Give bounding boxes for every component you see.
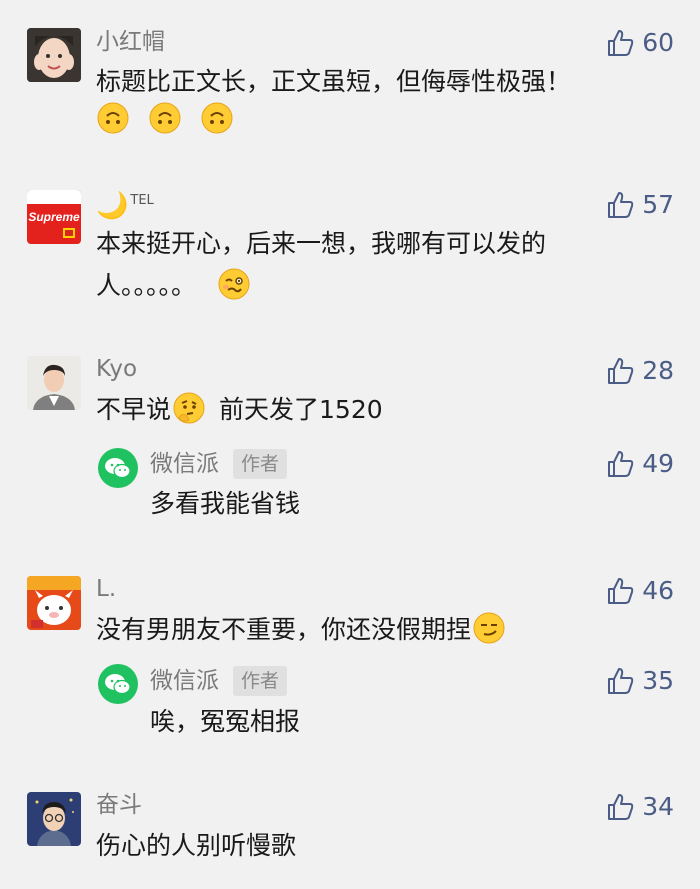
comment-author-name[interactable]: Kyo [96,354,137,384]
like-button[interactable]: 28 [606,356,674,386]
supreme-logo: Supreme [28,210,80,224]
thumbs-up-icon [608,578,634,604]
avatar[interactable] [27,356,81,410]
comment-text: 没有男朋友不重要，你还没假期捏 [96,610,505,650]
thumbs-up-icon [608,192,634,218]
author-badge: 作者 [233,666,288,696]
comment-text-after: 前天发了1520 [219,395,383,424]
comment-author-name[interactable]: 奋斗 [96,790,142,820]
moon-icon: 🌙 [96,191,129,221]
thumbs-up-icon [608,30,634,56]
avatar[interactable] [27,576,81,630]
avatar[interactable]: Supreme [27,190,81,244]
like-button[interactable]: 34 [606,792,674,822]
wechat-icon [105,674,131,695]
thumbs-up-icon [608,358,634,384]
comment-text-before: 不早说 [96,395,172,424]
comment-text: 不早说 前天发了1520 [96,390,383,430]
upside-down-face-icon [149,102,181,134]
comment-text-body: 没有男朋友不重要，你还没假期捏 [96,615,472,644]
like-count: 46 [642,576,674,605]
reply-author-name[interactable]: 微信派 作者 [150,449,288,479]
woozy-face-icon [218,268,250,300]
like-button[interactable]: 35 [606,666,674,696]
comment-text: 标题比正文长，正文虽短，但侮辱性极强！ [96,67,572,96]
thinking-face-icon [173,392,205,424]
wechat-icon [105,458,131,479]
wechat-avatar[interactable] [98,664,138,704]
comment-author-name[interactable]: 🌙 TEL [96,186,154,222]
thumbs-up-icon [608,451,634,477]
comment-text-line-2: 人。。。。。 [96,266,250,306]
thumbs-up-icon [608,668,634,694]
comment-text-line-2-text: 人。。。。。 [96,271,197,300]
like-button[interactable]: 46 [606,576,674,606]
avatar[interactable] [27,792,81,846]
reply-text: 多看我能省钱 [150,489,301,518]
upside-down-face-icon [97,102,129,134]
like-count: 34 [642,792,674,821]
comment-author-name[interactable]: L. [96,574,116,604]
like-count: 60 [642,28,674,57]
like-button[interactable]: 57 [606,190,674,220]
comment-text-line-1: 本来挺开心，后来一想，我哪有可以发的 [96,229,547,258]
thumbs-up-icon [608,794,634,820]
emoji-row [97,100,233,140]
name-superscript: TEL [130,193,154,208]
reply-text: 唉，冤冤相报 [150,707,301,736]
reply-author-name-text: 微信派 [150,451,219,477]
like-count: 28 [642,356,674,385]
reply-author-name[interactable]: 微信派 作者 [150,666,288,696]
like-button[interactable]: 49 [606,449,674,479]
avatar[interactable] [27,28,81,82]
author-badge: 作者 [233,449,288,479]
like-count: 49 [642,449,674,478]
like-count: 35 [642,666,674,695]
upside-down-face-icon [201,102,233,134]
comment-text: 伤心的人别听慢歌 [96,831,297,860]
reply-author-name-text: 微信派 [150,668,219,694]
wechat-avatar[interactable] [98,448,138,488]
like-button[interactable]: 60 [606,28,674,58]
smirking-face-icon [473,612,505,644]
like-count: 57 [642,190,674,219]
comment-author-name[interactable]: 小红帽 [96,27,165,57]
